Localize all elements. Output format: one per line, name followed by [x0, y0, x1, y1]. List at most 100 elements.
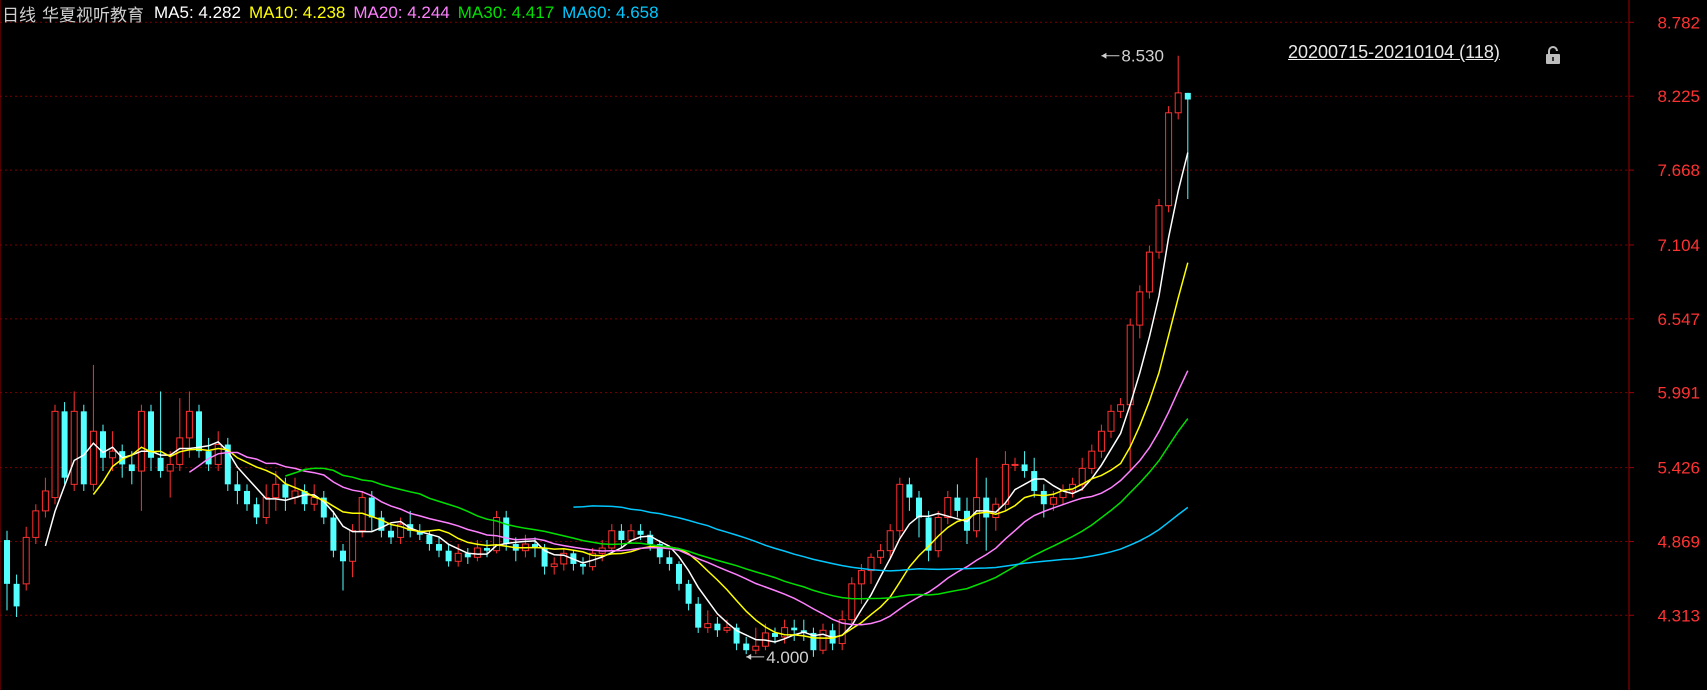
candle-body — [906, 484, 913, 498]
candle-body — [454, 552, 462, 562]
candle-body — [1097, 430, 1105, 452]
ma-legend-item: MA60: 4.658 — [562, 3, 659, 22]
period-label: 日线 — [2, 5, 36, 25]
candle-body — [791, 627, 798, 631]
ma-legend-item: MA10: 4.238 — [248, 3, 346, 22]
candle-body — [436, 544, 442, 551]
candle-body — [310, 497, 318, 505]
candle-body — [1049, 497, 1057, 505]
moving-average-lines — [44, 152, 1189, 643]
candle-body — [61, 411, 68, 478]
ma-legend-item: MA30: 4.417 — [457, 3, 555, 22]
candle-body — [627, 530, 635, 541]
y-tick-label: 6.547 — [1657, 310, 1700, 329]
y-tick-label: 7.104 — [1657, 236, 1700, 255]
candle-body — [695, 603, 702, 628]
y-tick-label: 5.426 — [1657, 459, 1700, 478]
candle-body — [1001, 463, 1009, 505]
candle-body — [426, 534, 433, 545]
candle-body — [1117, 404, 1125, 412]
candle-body — [503, 517, 510, 545]
annotation-label: 4.000 — [766, 648, 809, 667]
candle-body — [32, 510, 40, 538]
candle-body — [1174, 92, 1182, 114]
y-tick-label: 5.991 — [1657, 384, 1700, 403]
candle-body — [349, 530, 357, 562]
candle-body — [340, 550, 346, 562]
candle-body — [1011, 463, 1019, 466]
candle-body — [484, 548, 490, 551]
candle-body — [857, 570, 865, 585]
stock-name: 华夏视听教育 — [42, 5, 144, 25]
candle-body — [743, 643, 750, 651]
candle-body — [473, 547, 481, 558]
annotation-arrow — [746, 653, 752, 660]
candle-body — [166, 463, 174, 472]
candle-body — [983, 497, 990, 518]
ma-legend: 日线 华夏视听教育 MA5: 4.282 MA10: 4.238 MA20: 4.2… — [2, 2, 659, 25]
candle-body — [100, 431, 106, 458]
candle-body — [752, 645, 760, 651]
candle-body — [886, 530, 894, 552]
candle-body — [685, 583, 692, 604]
candle-body — [1165, 112, 1173, 207]
candle-body — [916, 497, 922, 518]
candle-body — [714, 623, 721, 631]
annotation-arrow — [1101, 52, 1107, 59]
y-tick-label: 8.225 — [1657, 87, 1700, 106]
candle-body — [1078, 467, 1086, 485]
candle-body — [877, 550, 885, 558]
annotation-label: 8.530 — [1121, 47, 1164, 66]
candle-body — [781, 627, 789, 638]
candle-body — [22, 536, 30, 585]
candle-body — [1184, 92, 1191, 100]
candle-body — [1107, 410, 1115, 432]
candle-body — [368, 497, 375, 518]
candle-body — [13, 583, 20, 607]
candle-body — [848, 583, 856, 621]
ma-legend-items: MA5: 4.282 MA10: 4.238 MA20: 4.244 MA30: 4.… — [154, 3, 659, 23]
candle-body — [253, 504, 260, 518]
ma-legend-item: MA5: 4.282 — [154, 3, 241, 22]
candle-body — [4, 540, 10, 584]
candle-body — [896, 483, 904, 532]
y-tick-label: 7.668 — [1657, 161, 1700, 180]
candle-body — [618, 530, 625, 541]
candle-body — [1136, 291, 1144, 326]
candle-body — [272, 483, 280, 499]
candle-body — [819, 629, 827, 651]
candle-body — [666, 557, 673, 564]
candle-body — [80, 411, 87, 485]
candle-body — [1021, 464, 1028, 472]
candle-body — [282, 484, 289, 498]
candle-body — [867, 556, 875, 572]
candle-body — [109, 450, 117, 459]
kline-chart[interactable]: 8.782 8.225 7.668 7.104 6.547 5.991 5.426 4.869… — [0, 0, 1707, 690]
candle-body — [580, 563, 586, 567]
candle-body — [676, 563, 682, 584]
candle-body — [704, 623, 712, 629]
candle-body — [608, 530, 616, 549]
candlestick-chart[interactable]: 8.782 8.225 7.668 7.104 6.547 5.991 5.426 4.869… — [0, 0, 1707, 690]
candle-body — [41, 490, 49, 512]
grid-lines — [0, 21, 1629, 616]
candle-body — [445, 550, 452, 562]
candle-body — [89, 430, 97, 485]
date-range-label[interactable]: 20200715-20210104 (118) — [1288, 42, 1500, 63]
candle-body — [234, 484, 241, 491]
candle-body — [196, 411, 202, 452]
candle-body — [70, 410, 78, 485]
candle-body — [157, 457, 164, 472]
candle-body — [51, 410, 59, 499]
y-tick-label: 4.313 — [1657, 606, 1700, 625]
candle-body — [1155, 205, 1163, 253]
candles — [4, 55, 1191, 657]
lock-icon[interactable] — [1544, 45, 1562, 65]
candle-body — [637, 530, 644, 535]
candle-body — [1040, 490, 1047, 505]
candle-body — [388, 530, 394, 538]
candle-body — [954, 497, 961, 511]
ma-line — [44, 152, 1189, 643]
candle-body — [550, 563, 558, 568]
candle-body — [1126, 324, 1134, 406]
